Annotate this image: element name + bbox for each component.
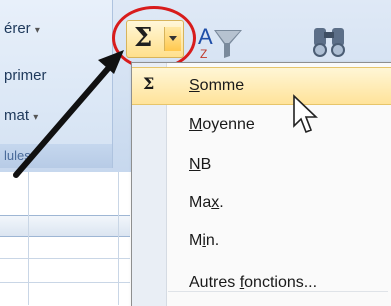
grid-line [0,258,130,259]
autosum-menu: Σ Somme Moyenne NB Max. Min. Autres fonc… [131,62,391,306]
group-caption: lules [0,144,112,168]
column-header [0,215,130,237]
menu-item-max[interactable]: Max. [132,185,391,223]
worksheet-area [0,172,130,305]
svg-text:Z: Z [200,47,207,61]
dropdown-arrow-icon: ▾ [33,112,39,123]
menu-item-label: Max. [189,194,224,211]
grid-line [0,282,130,283]
mouse-cursor-icon [293,94,318,134]
svg-text:A: A [198,24,213,49]
menu-item-min[interactable]: Min. [132,223,391,261]
sort-filter-icon[interactable]: A Z [196,18,244,62]
menu-item-label: Somme [189,77,245,94]
menu-item-label: Moyenne [189,116,255,133]
format-command[interactable]: mat ▾ [4,107,38,124]
cells-group: érer ▾ primer mat ▾ lules [0,0,113,168]
delete-command[interactable]: primer [4,67,47,84]
dropdown-arrow-icon: ▾ [34,25,40,36]
insert-command[interactable]: érer ▾ [4,20,40,37]
grid-line [118,172,119,305]
menu-item-somme[interactable]: Σ Somme [132,67,391,105]
grid-line [28,172,29,305]
menu-item-moyenne[interactable]: Moyenne [132,107,391,145]
annotation-circle [112,6,196,70]
sigma-icon: Σ [143,74,155,93]
find-select-icon[interactable] [308,20,352,60]
menu-item-label: NB [189,156,212,173]
menu-item-nb[interactable]: NB [132,147,391,185]
menu-item-label: Min. [189,232,220,249]
menu-item-autres-fonctions[interactable]: Autres fonctions... [132,265,391,303]
menu-item-label: Autres fonctions... [189,274,318,291]
